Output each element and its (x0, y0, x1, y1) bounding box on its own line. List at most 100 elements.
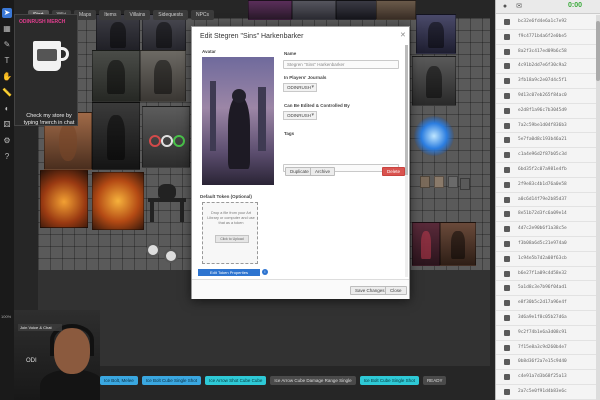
journal-entry[interactable]: 9c2f74b1e6a3d08c91 (496, 326, 600, 341)
token-spider-mech[interactable] (144, 176, 190, 228)
edit-token-properties-button[interactable]: Edit Token Properties (198, 269, 260, 276)
macro-button[interactable]: Ice Arrow Cube Damage Range Single (270, 376, 356, 385)
token-red-figure-2[interactable] (440, 222, 476, 266)
journal-entry[interactable]: 1c94e5b7d2a08f63cb (496, 252, 600, 267)
token-small-4[interactable] (460, 178, 470, 190)
journal-entry[interactable]: 2f9e83c4b1d76a0e58 (496, 178, 600, 193)
journal-entry[interactable]: 7a2c59be1d04f836b3 (496, 119, 600, 134)
archive-button[interactable]: Archive (310, 167, 336, 176)
token-upload-dropzone[interactable]: Drop a file from your Art Library or com… (202, 202, 258, 264)
token-small-1[interactable] (420, 176, 430, 188)
upload-button[interactable]: Click to Upload (215, 235, 249, 243)
journal-entry[interactable]: e2d8f1a96c7b3045d9 (496, 104, 600, 119)
journal-entry[interactable]: 4d7c2e90b6f1a38c5e (496, 222, 600, 237)
hand-icon[interactable]: ✋ (2, 72, 12, 82)
dialog-scrollbar[interactable] (405, 45, 408, 277)
voice-chat-label[interactable]: Join Voice & Chat (18, 324, 62, 331)
token-flame-spirit[interactable] (92, 172, 144, 230)
token-rings[interactable] (142, 106, 190, 168)
token-demon[interactable] (248, 0, 292, 20)
ruler-icon[interactable]: 📏 (2, 88, 12, 98)
macro-button[interactable]: Ice Bolt Cube Single Shot (141, 376, 202, 385)
journal-entry[interactable]: c1a4e96d2f87b05c3d (496, 148, 600, 163)
journal-entry[interactable]: bc32e6fd4e6a1c7e92 (496, 15, 600, 30)
control-select[interactable]: ODINRUSH (283, 111, 317, 120)
avatar-image[interactable] (202, 57, 274, 185)
token-armored[interactable] (92, 50, 140, 102)
character-icon (504, 122, 510, 129)
journal-entry[interactable]: b6e27f1a09c4d58e32 (496, 267, 600, 282)
token-small-3[interactable] (448, 176, 458, 188)
journals-select[interactable]: ODINRUSH (283, 83, 317, 92)
journal-entry[interactable]: 9d13c07eb265f84ac0 (496, 89, 600, 104)
name-label: Name (284, 51, 297, 56)
macro-button[interactable]: Ice Bolt, Melee (100, 376, 138, 385)
macro-button[interactable]: Ice Bolt Cube Single Shot (359, 376, 419, 385)
journal-entry[interactable]: a0c6d14f79e2b85d37 (496, 193, 600, 208)
macro-button[interactable]: Ice Arrow Shot Cube Cube (205, 376, 267, 385)
settings-icon[interactable]: ⚙ (2, 136, 12, 146)
token-gear-marker-2[interactable] (164, 249, 178, 263)
map-icon[interactable]: ▦ (2, 24, 12, 34)
journal-entry[interactable]: 8a2f3c417ed09b6c58 (496, 45, 600, 60)
journal-entry-label: 4d7c2e90b6f1a38c5e (518, 226, 567, 232)
tab-items[interactable]: Items (99, 10, 122, 20)
journal-entry[interactable]: f3b08a6d5c21e974a0 (496, 237, 600, 252)
cursor-icon[interactable]: ➤ (2, 8, 12, 18)
close-button[interactable]: Close (385, 286, 407, 295)
sidebar-scrollbar[interactable] (596, 15, 600, 400)
macro-button[interactable]: READY (422, 376, 447, 385)
journal-entry[interactable]: 6bd35f2c07a981e4fb (496, 163, 600, 178)
journal-entry[interactable]: 0b8d36f2a7e15c9d40 (496, 355, 600, 371)
journal-entry[interactable]: 2a7c5e0f91d4b83e6c (496, 385, 600, 400)
sidebar-scroll-thumb[interactable] (596, 21, 600, 81)
pencil-icon[interactable]: ✎ (2, 40, 12, 50)
users-icon[interactable]: ● (500, 2, 510, 12)
text-icon[interactable]: T (2, 56, 12, 66)
tab-villains[interactable]: Villains (124, 10, 151, 20)
journal-entry-label: f9c4771b4a6f2e0be5 (518, 33, 567, 39)
token-monk[interactable] (140, 50, 186, 102)
journal-entry[interactable]: 5a1d8c3e7b96f04ad1 (496, 281, 600, 297)
token-shadow[interactable] (336, 0, 380, 20)
character-icon (504, 152, 510, 159)
help-icon[interactable]: ? (2, 152, 12, 162)
journal-entry-label: e2d8f1a96c7b3045d9 (518, 107, 567, 113)
avatar-tower-right (258, 87, 266, 151)
dice-icon[interactable]: ⚄ (2, 120, 12, 130)
tab-sidequests[interactable]: Sidequests (153, 10, 188, 20)
journal-entry[interactable]: e8f30b5c2d17a96e4f (496, 296, 600, 311)
fog-icon[interactable]: ◐ (2, 104, 12, 114)
chat-icon[interactable]: ✉ (514, 2, 524, 12)
tab-npcs[interactable]: NPCs (190, 10, 215, 20)
journal-entry[interactable]: 3fb18a9c2e07d4c5f1 (496, 74, 600, 89)
token-ice-orb[interactable] (414, 116, 454, 156)
save-changes-button[interactable]: Save Changes (350, 286, 390, 295)
journal-entry[interactable]: 8e51b72d3fc6a09e14 (496, 207, 600, 223)
delete-button[interactable]: Delete (382, 167, 406, 176)
close-icon[interactable]: ✕ (400, 31, 406, 39)
token-knight[interactable] (142, 14, 186, 54)
token-assassin[interactable] (416, 14, 456, 54)
dialog-scroll-thumb[interactable] (405, 45, 408, 175)
journal-entry[interactable]: f9c4771b4a6f2e0be5 (496, 30, 600, 45)
journal-entry[interactable]: 3d6a9e1f8c05b27d6a (496, 311, 600, 326)
token-small-2[interactable] (434, 176, 444, 188)
name-input[interactable] (283, 60, 399, 69)
token-gargoyle[interactable] (412, 56, 456, 106)
token-ghoul[interactable] (292, 0, 336, 20)
info-icon[interactable]: i (262, 269, 268, 275)
token-fire-beast[interactable] (40, 170, 88, 228)
journal-entry[interactable]: 7f15e8a3c9d260b4e7 (496, 341, 600, 356)
token-gear-marker-1[interactable] (146, 243, 160, 257)
character-icon (504, 329, 510, 336)
token-dark-warrior[interactable] (96, 14, 140, 54)
journal-list: bc32e6fd4e6a1c7e92 f9c4771b4a6f2e0be5 8a2f… (496, 15, 600, 400)
journal-entry[interactable]: 4c91b2dd7e6f30c9a2 (496, 59, 600, 75)
journal-entry[interactable]: c4e91a7d3b68f25a13 (496, 370, 600, 385)
journal-entry[interactable]: 5e7fa0d8c193b46a21 (496, 133, 600, 149)
token-sorcerer[interactable] (92, 102, 140, 170)
journal-entry-label: 6bd35f2c07a981e4fb (518, 166, 567, 172)
token-red-figure-1[interactable] (412, 222, 440, 266)
token-portrait-top[interactable] (376, 0, 416, 20)
